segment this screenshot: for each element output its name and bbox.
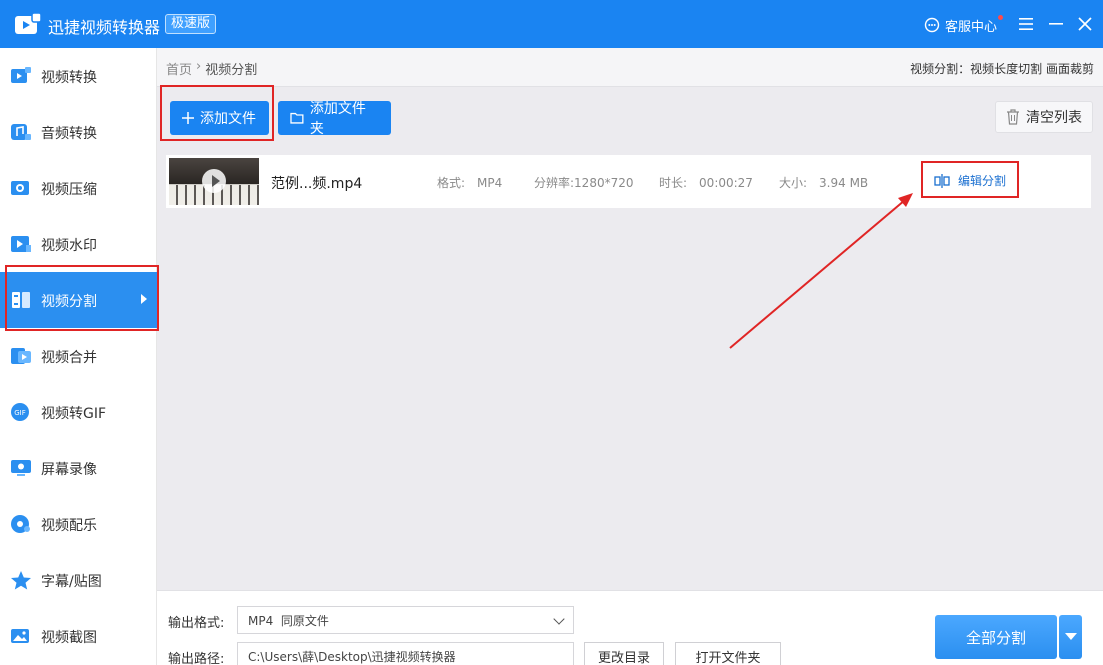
clear-list-label: 清空列表 <box>1026 110 1082 126</box>
play-triangle-icon <box>212 175 220 187</box>
sidebar-item-label: 屏幕录像 <box>41 462 97 478</box>
sidebar-item-video-merge[interactable]: 视频合并 <box>0 328 157 384</box>
sidebar-item-label: 视频压缩 <box>41 182 97 198</box>
trash-icon <box>1007 109 1019 125</box>
gif-icon: GIF <box>11 403 29 421</box>
size-label: 大小: <box>779 176 808 190</box>
sidebar-item-label: 视频转换 <box>41 70 97 86</box>
output-format-select[interactable]: MP4 同原文件 <box>237 606 574 634</box>
sidebar-item-video-compress[interactable]: 视频压缩 <box>0 160 157 216</box>
sidebar: 视频转换 音频转换 视频压缩 视频水印 视频分割 视频合并 GIF 视频转GIF… <box>0 48 157 665</box>
format-label: 格式: <box>437 176 466 190</box>
minimize-icon[interactable] <box>1044 12 1068 36</box>
app-logo <box>15 12 42 34</box>
size-value: 3.94 MB <box>819 176 869 190</box>
music-icon <box>11 515 30 533</box>
split-all-button[interactable]: 全部分割 <box>935 615 1057 659</box>
sidebar-item-label: 视频配乐 <box>41 518 97 534</box>
video-thumbnail[interactable] <box>169 158 259 205</box>
sidebar-item-label: 视频分割 <box>41 294 97 310</box>
change-directory-button[interactable]: 更改目录 <box>584 642 664 665</box>
close-icon[interactable] <box>1073 12 1097 36</box>
edit-split-label: 编辑分割 <box>958 174 1007 188</box>
plus-icon <box>182 112 194 124</box>
menu-icon[interactable] <box>1014 12 1038 36</box>
size-meta: 大小: 3.94 MB <box>779 174 868 191</box>
sidebar-item-video-convert[interactable]: 视频转换 <box>0 48 157 104</box>
sidebar-item-video-split[interactable]: 视频分割 <box>0 272 157 328</box>
format-value: MP4 <box>477 176 503 190</box>
video-watermark-icon <box>11 236 31 252</box>
notification-dot <box>998 15 1004 20</box>
title-bar: 迅捷视频转换器 极速版 客服中心 <box>0 0 1103 48</box>
format-meta: 格式: MP4 <box>437 174 502 191</box>
breadcrumb: 首页 › 视频分割 <box>166 59 257 78</box>
sidebar-item-video-screenshot[interactable]: 视频截图 <box>0 608 157 664</box>
breadcrumb-current: 视频分割 <box>205 63 258 78</box>
resolution-value: 1280*720 <box>574 176 634 190</box>
sidebar-item-video-music[interactable]: 视频配乐 <box>0 496 157 552</box>
add-file-button[interactable]: 添加文件 <box>170 101 269 135</box>
edit-split-button[interactable]: 编辑分割 <box>934 172 1006 189</box>
main-content: 首页 › 视频分割 视频分割：视频长度切割 画面裁剪 添加文件 添加文件夹 清空… <box>157 48 1103 665</box>
split-options-dropdown[interactable] <box>1059 615 1082 659</box>
sidebar-item-label: 视频截图 <box>41 630 97 646</box>
breadcrumb-bar: 首页 › 视频分割 视频分割：视频长度切割 画面裁剪 <box>157 48 1103 87</box>
headset-icon <box>924 17 940 33</box>
output-format-label: 输出格式: <box>168 616 225 631</box>
screenshot-icon <box>11 629 29 643</box>
sidebar-item-label: 字幕/贴图 <box>41 574 102 590</box>
sidebar-item-label: 视频合并 <box>41 350 97 366</box>
sidebar-item-video-watermark[interactable]: 视频水印 <box>0 216 157 272</box>
output-path-label: 输出路径: <box>168 652 225 665</box>
add-file-label: 添加文件 <box>200 111 256 127</box>
app-title: 迅捷视频转换器 <box>48 18 161 37</box>
add-folder-label: 添加文件夹 <box>309 101 366 137</box>
chevron-down-icon <box>553 613 565 625</box>
customer-service-button[interactable]: 客服中心 <box>924 15 1004 35</box>
add-folder-button[interactable]: 添加文件夹 <box>278 101 391 137</box>
file-row[interactable]: 范例...频.mp4 格式: MP4 分辨率:1280*720 时长: 00:00:… <box>166 155 1091 208</box>
video-convert-icon <box>11 67 31 83</box>
split-edit-icon <box>934 173 950 188</box>
audio-convert-icon <box>11 124 31 140</box>
video-merge-icon <box>11 348 31 364</box>
sidebar-item-label: 音频转换 <box>41 126 97 142</box>
service-label: 客服中心 <box>945 19 998 35</box>
svg-text:GIF: GIF <box>14 409 26 417</box>
clear-list-button[interactable]: 清空列表 <box>995 101 1093 133</box>
duration-label: 时长: <box>659 176 688 190</box>
breadcrumb-home[interactable]: 首页 <box>166 59 192 78</box>
open-folder-button[interactable]: 打开文件夹 <box>675 642 781 665</box>
resolution-meta: 分辨率:1280*720 <box>534 174 634 191</box>
dropdown-arrow-icon <box>1065 633 1077 640</box>
resolution-label: 分辨率: <box>534 176 575 190</box>
sidebar-item-audio-convert[interactable]: 音频转换 <box>0 104 157 160</box>
edition-badge: 极速版 <box>165 14 217 34</box>
sidebar-item-subtitle-sticker[interactable]: 字幕/贴图 <box>0 552 157 608</box>
breadcrumb-separator: › <box>196 59 202 74</box>
file-name: 范例...频.mp4 <box>271 176 363 192</box>
folder-icon <box>290 112 304 124</box>
active-arrow-icon <box>141 294 147 304</box>
screen-record-icon <box>11 460 31 476</box>
duration-value: 00:00:27 <box>699 176 753 190</box>
sticker-icon <box>11 571 31 590</box>
output-path-field[interactable]: C:\Users\薛\Desktop\迅捷视频转换器 <box>237 642 574 665</box>
duration-meta: 时长: 00:00:27 <box>659 174 753 191</box>
mode-info: 视频分割：视频长度切割 画面裁剪 <box>910 62 1094 76</box>
bottom-panel: 输出格式: MP4 同原文件 输出路径: C:\Users\薛\Desktop\… <box>157 590 1103 665</box>
output-format-value: MP4 同原文件 <box>248 614 329 628</box>
sidebar-item-screen-record[interactable]: 屏幕录像 <box>0 440 157 496</box>
sidebar-item-label: 视频转GIF <box>41 406 107 422</box>
video-compress-icon <box>11 181 29 195</box>
sidebar-item-label: 视频水印 <box>41 238 97 254</box>
sidebar-item-video-gif[interactable]: GIF 视频转GIF <box>0 384 157 440</box>
video-split-icon <box>12 292 30 308</box>
